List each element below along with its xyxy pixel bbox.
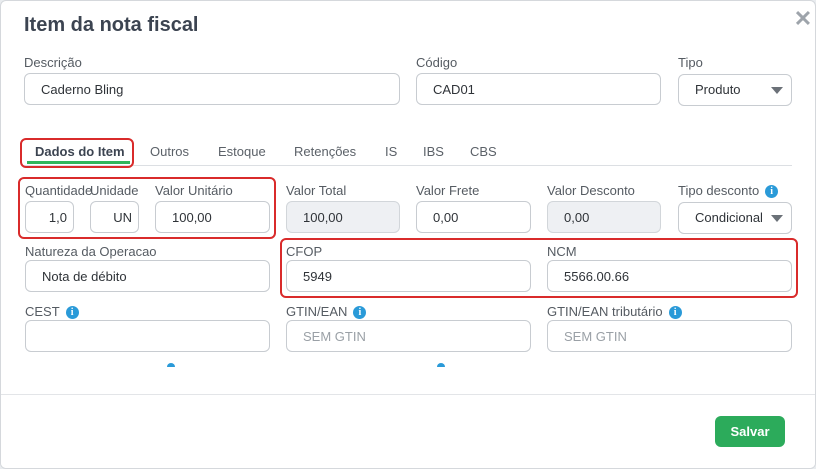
info-icon[interactable]: i bbox=[668, 306, 682, 319]
tipo-desconto-value: Condicional bbox=[695, 210, 763, 225]
ncm-input[interactable] bbox=[547, 260, 792, 292]
chevron-down-icon bbox=[771, 215, 783, 222]
valor-desconto-label: Valor Desconto bbox=[547, 183, 635, 198]
info-icon bbox=[437, 363, 445, 367]
cest-input[interactable] bbox=[25, 320, 270, 352]
tab-retencoes[interactable]: Retenções bbox=[294, 144, 356, 159]
tipo-select-value: Produto bbox=[695, 82, 741, 97]
close-icon[interactable]: ✕ bbox=[793, 8, 813, 30]
info-icon[interactable]: i bbox=[65, 306, 79, 319]
info-icon bbox=[167, 363, 175, 367]
cest-label: CEST i bbox=[25, 304, 79, 319]
modal-title: Item da nota fiscal bbox=[24, 14, 199, 36]
chevron-down-icon bbox=[771, 87, 783, 94]
tipo-desconto-label-text: Tipo desconto bbox=[678, 183, 760, 198]
unidade-label: Unidade bbox=[90, 183, 139, 198]
valor-total-label: Valor Total bbox=[286, 183, 347, 198]
valor-frete-label: Valor Frete bbox=[416, 183, 480, 198]
cfop-input[interactable] bbox=[286, 260, 531, 292]
tab-ibs[interactable]: IBS bbox=[423, 144, 444, 159]
info-icon[interactable]: i bbox=[765, 185, 779, 198]
descricao-label: Descrição bbox=[24, 55, 82, 70]
natureza-input[interactable] bbox=[25, 260, 270, 292]
save-button[interactable]: Salvar bbox=[715, 416, 785, 447]
quantidade-label: Quantidade bbox=[25, 183, 93, 198]
tab-is[interactable]: IS bbox=[385, 144, 397, 159]
unidade-input[interactable] bbox=[90, 201, 139, 233]
item-modal: Item da nota fiscal ✕ Descrição Código T… bbox=[0, 0, 816, 469]
info-icon[interactable]: i bbox=[353, 306, 367, 319]
gtin-label-text: GTIN/EAN bbox=[286, 304, 348, 319]
codigo-label: Código bbox=[416, 55, 458, 70]
natureza-label: Natureza da Operacao bbox=[25, 244, 157, 259]
valor-unitario-label: Valor Unitário bbox=[155, 183, 233, 198]
valor-total-input bbox=[286, 201, 400, 233]
descricao-input[interactable] bbox=[24, 73, 400, 105]
tipo-desconto-label: Tipo desconto i bbox=[678, 183, 779, 198]
tab-cbs[interactable]: CBS bbox=[470, 144, 497, 159]
modal-footer bbox=[1, 394, 815, 468]
tab-outros[interactable]: Outros bbox=[150, 144, 189, 159]
cest-label-text: CEST bbox=[25, 304, 60, 319]
gtin-label: GTIN/EAN i bbox=[286, 304, 367, 319]
tab-dados-do-item[interactable]: Dados do Item bbox=[35, 144, 125, 159]
codigo-input[interactable] bbox=[416, 73, 661, 105]
tipo-desconto-select[interactable]: Condicional bbox=[678, 202, 792, 234]
gtin-trib-label-text: GTIN/EAN tributário bbox=[547, 304, 663, 319]
tipo-select[interactable]: Produto bbox=[678, 74, 792, 106]
gtin-input[interactable] bbox=[286, 320, 531, 352]
quantidade-input[interactable] bbox=[25, 201, 74, 233]
tipo-label: Tipo bbox=[678, 55, 703, 70]
tab-estoque[interactable]: Estoque bbox=[218, 144, 266, 159]
valor-desconto-input bbox=[547, 201, 661, 233]
tab-bar: Dados do Item Outros Estoque Retenções I… bbox=[24, 144, 792, 166]
active-tab-indicator bbox=[27, 161, 130, 164]
cfop-label: CFOP bbox=[286, 244, 323, 259]
gtin-trib-label: GTIN/EAN tributário i bbox=[547, 304, 682, 319]
valor-frete-input[interactable] bbox=[416, 201, 531, 233]
ncm-label: NCM bbox=[547, 244, 577, 259]
valor-unitario-input[interactable] bbox=[155, 201, 270, 233]
gtin-trib-input[interactable] bbox=[547, 320, 792, 352]
